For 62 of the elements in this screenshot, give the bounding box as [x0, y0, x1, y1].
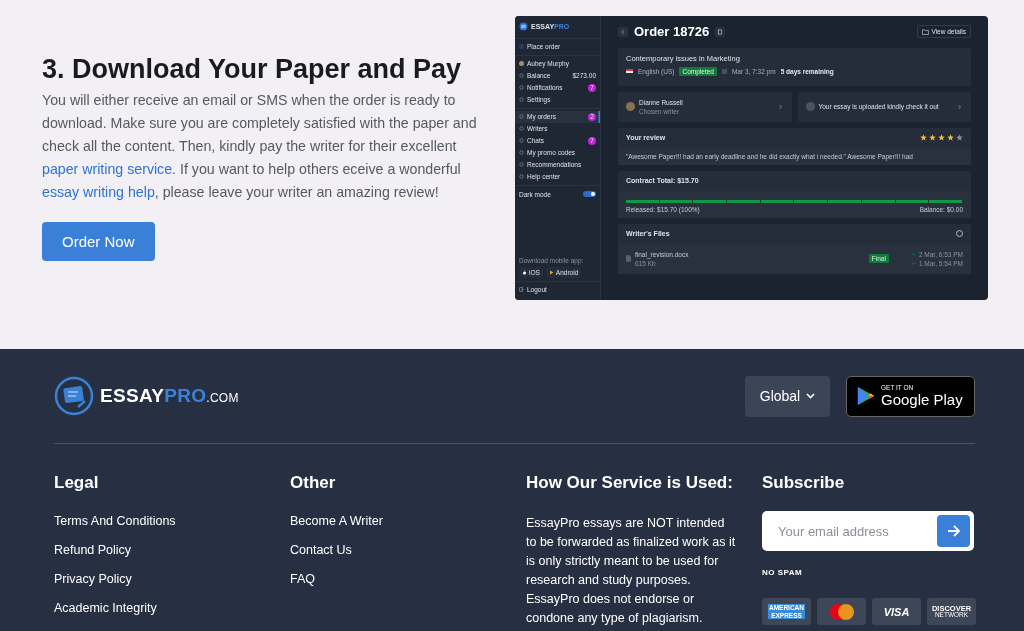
copy-icon	[717, 28, 724, 35]
chevron-right-icon	[958, 103, 961, 110]
star-icon	[947, 134, 954, 141]
logo-icon	[519, 22, 528, 31]
footer-link[interactable]: Refund Policy	[54, 543, 132, 558]
copy-button[interactable]	[715, 26, 726, 37]
order-now-button[interactable]: Order Now	[42, 222, 155, 261]
lock-icon	[721, 68, 727, 74]
no-spam-note: NO SPAM	[762, 568, 803, 577]
avatar	[626, 102, 635, 111]
circle-icon	[519, 162, 524, 167]
dark-mode-toggle[interactable]	[583, 191, 596, 197]
column-heading: How Our Service is Used:	[526, 473, 733, 493]
document-icon	[626, 255, 631, 262]
chevron-up-icon	[910, 252, 916, 256]
circle-icon	[519, 114, 524, 119]
plus-circle-icon	[519, 44, 524, 49]
footer-link[interactable]: FAQ	[290, 572, 315, 587]
submit-button[interactable]	[937, 515, 970, 547]
region-dropdown[interactable]: Global	[745, 375, 830, 417]
footer-link[interactable]: Academic Integrity	[54, 601, 157, 616]
column-heading: Other	[290, 473, 336, 493]
logout-icon	[519, 287, 524, 292]
avatar	[519, 61, 524, 66]
text-link[interactable]: paper writing service	[42, 161, 173, 177]
disclaimer-text: EssayPro essays are NOT intended to be forwarded as finalized work as it is only strictly meant to be used for research and study purposes. EssayPro does not endorse or condone any type of plagiarism.	[526, 515, 736, 627]
footer-link[interactable]: Become A Writer	[290, 514, 383, 529]
circle-icon	[519, 138, 524, 143]
section-heading: 3. Download Your Paper and Pay	[42, 54, 462, 85]
back-button[interactable]	[618, 26, 628, 37]
play-triangle-icon	[548, 269, 554, 275]
arrow-right-icon	[946, 525, 961, 537]
circle-icon	[519, 73, 524, 78]
footer-link[interactable]: Privacy Policy	[54, 572, 132, 587]
folder-icon	[922, 28, 930, 35]
circle-icon	[519, 150, 524, 155]
column-heading: Legal	[54, 473, 99, 493]
section-paragraph: You will either receive an email or SMS when the order is ready to download. Make sure you are completely satisfied with the paper and check all the content. Then, kindly pay the writer for their excellent paper writing service. If you want to help others eceive a wonderful essay writing help, please leave your writer an amazing review!	[42, 91, 478, 202]
star-icon	[920, 134, 927, 141]
circle-icon	[519, 126, 524, 131]
flag-icon	[626, 69, 633, 73]
chevron-right-icon	[778, 103, 782, 110]
logo-text: ESSAYPRO.COM	[100, 385, 239, 407]
star-icon	[956, 134, 963, 141]
play-triangle-icon	[857, 386, 875, 406]
circle-icon	[519, 97, 524, 102]
order-title: Order 18726	[634, 24, 710, 39]
circle-icon	[519, 85, 524, 90]
chevron-down-icon	[910, 261, 916, 265]
circle-icon	[519, 174, 524, 179]
footer-link[interactable]: Contact Us	[290, 543, 352, 558]
chevron-down-icon	[806, 393, 816, 399]
logo-icon	[54, 376, 94, 416]
star-icon	[938, 134, 945, 141]
chevron-left-icon	[620, 28, 626, 35]
text-link[interactable]: essay writing help	[42, 184, 155, 200]
footer-link[interactable]: Terms And Conditions	[54, 514, 176, 529]
payment-card-logo	[817, 598, 866, 625]
column-heading: Subscribe	[762, 473, 845, 493]
star-icon	[929, 134, 936, 141]
payment-card-logo: VISA	[872, 598, 921, 625]
circle-icon	[805, 102, 815, 111]
